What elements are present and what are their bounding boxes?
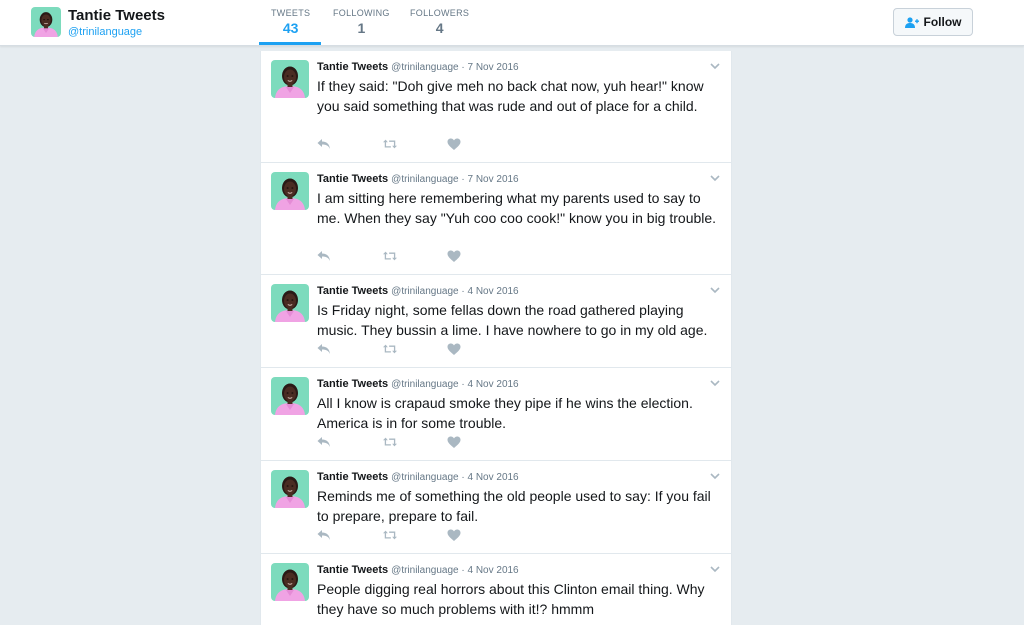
tweet-meta[interactable]: @trinilanguage · 4 Nov 2016 [391, 379, 518, 390]
reply-icon[interactable] [317, 138, 331, 150]
retweet-icon[interactable] [383, 138, 397, 150]
tweet-header: Tantie Tweets @trinilanguage · 7 Nov 201… [317, 61, 519, 73]
tweet-header: Tantie Tweets @trinilanguage · 4 Nov 201… [317, 471, 519, 483]
tweet-actions [317, 529, 461, 543]
chevron-down-icon[interactable] [709, 377, 721, 389]
like-icon[interactable] [447, 250, 461, 262]
tweet-actions [317, 343, 461, 357]
tweet[interactable]: Tantie Tweets @trinilanguage · 7 Nov 201… [261, 163, 731, 275]
tweet-text: People digging real horrors about this C… [317, 581, 705, 617]
stat-tweets-label: TWEETS [271, 8, 311, 18]
retweet-icon[interactable] [383, 529, 397, 541]
like-icon[interactable] [447, 138, 461, 150]
tweet-author[interactable]: Tantie Tweets [317, 378, 388, 390]
profile-name[interactable]: Tantie Tweets [68, 7, 165, 24]
tweet[interactable]: Tantie Tweets @trinilanguage · 4 Nov 201… [261, 554, 731, 625]
profile-header-bar: Tantie Tweets @trinilanguage TWEETS 43 F… [0, 0, 1024, 46]
tweet-text: Is Friday night, some fellas down the ro… [317, 302, 708, 338]
tweet[interactable]: Tantie Tweets @trinilanguage · 4 Nov 201… [261, 461, 731, 554]
tweet-meta[interactable]: @trinilanguage · 7 Nov 2016 [391, 174, 518, 185]
chevron-down-icon[interactable] [709, 284, 721, 296]
chevron-down-icon[interactable] [709, 60, 721, 72]
tweet-actions [317, 436, 461, 450]
stat-tweets-value: 43 [282, 20, 299, 36]
tweet-text: I am sitting here remembering what my pa… [317, 190, 717, 226]
tweet-meta[interactable]: @trinilanguage · 4 Nov 2016 [391, 565, 518, 576]
like-icon[interactable] [447, 343, 461, 355]
tweet-meta[interactable]: @trinilanguage · 4 Nov 2016 [391, 286, 518, 297]
tweet-avatar[interactable] [271, 60, 309, 98]
tweet-actions [317, 250, 461, 264]
follow-button-label: Follow [923, 15, 962, 29]
chevron-down-icon[interactable] [709, 470, 721, 482]
tweet-text: If they said: "Doh give meh no back chat… [317, 78, 704, 114]
tweet-text: All I know is crapaud smoke they pipe if… [317, 395, 693, 431]
follow-button[interactable]: Follow [893, 8, 973, 36]
tweet-avatar[interactable] [271, 377, 309, 415]
stat-followers-value: 4 [435, 20, 444, 36]
active-tab-underline [259, 42, 321, 45]
like-icon[interactable] [447, 436, 461, 448]
tweet[interactable]: Tantie Tweets @trinilanguage · 4 Nov 201… [261, 368, 731, 461]
profile-handle[interactable]: @trinilanguage [68, 26, 142, 38]
tweet-header: Tantie Tweets @trinilanguage · 7 Nov 201… [317, 173, 519, 185]
tweet-meta[interactable]: @trinilanguage · 4 Nov 2016 [391, 472, 518, 483]
tweet-author[interactable]: Tantie Tweets [317, 173, 388, 185]
retweet-icon[interactable] [383, 436, 397, 448]
tweet[interactable]: Tantie Tweets @trinilanguage · 7 Nov 201… [261, 51, 731, 163]
reply-icon[interactable] [317, 436, 331, 448]
tweet-author[interactable]: Tantie Tweets [317, 61, 388, 73]
chevron-down-icon[interactable] [709, 563, 721, 575]
tweet-actions [317, 138, 461, 152]
like-icon[interactable] [447, 529, 461, 541]
retweet-icon[interactable] [383, 343, 397, 355]
tweet-header: Tantie Tweets @trinilanguage · 4 Nov 201… [317, 285, 519, 297]
retweet-icon[interactable] [383, 250, 397, 262]
tweet-author[interactable]: Tantie Tweets [317, 285, 388, 297]
tweet-author[interactable]: Tantie Tweets [317, 564, 388, 576]
tweet[interactable]: Tantie Tweets @trinilanguage · 4 Nov 201… [261, 275, 731, 368]
stat-following-value: 1 [357, 20, 366, 36]
tweet-meta[interactable]: @trinilanguage · 7 Nov 2016 [391, 62, 518, 73]
stat-following[interactable]: FOLLOWING 1 [333, 8, 390, 36]
stat-following-label: FOLLOWING [333, 8, 390, 18]
tweet-avatar[interactable] [271, 563, 309, 601]
tweet-header: Tantie Tweets @trinilanguage · 4 Nov 201… [317, 564, 519, 576]
reply-icon[interactable] [317, 529, 331, 541]
tweet-header: Tantie Tweets @trinilanguage · 4 Nov 201… [317, 378, 519, 390]
tweet-avatar[interactable] [271, 470, 309, 508]
reply-icon[interactable] [317, 343, 331, 355]
reply-icon[interactable] [317, 250, 331, 262]
stat-followers[interactable]: FOLLOWERS 4 [410, 8, 469, 36]
tweet-author[interactable]: Tantie Tweets [317, 471, 388, 483]
tweet-avatar[interactable] [271, 172, 309, 210]
profile-avatar[interactable] [31, 7, 61, 37]
tweet-avatar[interactable] [271, 284, 309, 322]
stat-tweets[interactable]: TWEETS 43 [271, 8, 310, 36]
add-user-icon [904, 16, 919, 28]
stat-followers-label: FOLLOWERS [410, 8, 470, 18]
chevron-down-icon[interactable] [709, 172, 721, 184]
tweet-text: Reminds me of something the old people u… [317, 488, 711, 524]
tweet-timeline: Tantie Tweets @trinilanguage · 7 Nov 201… [260, 51, 732, 625]
